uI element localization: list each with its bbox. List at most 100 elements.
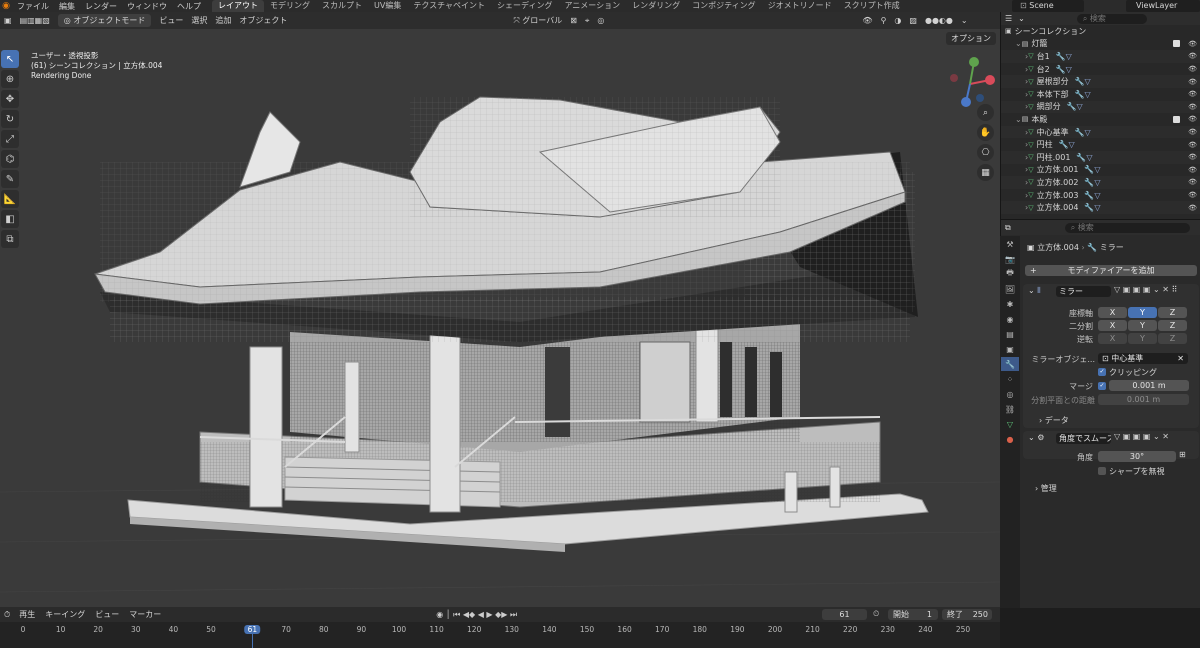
- clear-icon[interactable]: ✕: [1177, 353, 1184, 364]
- add-modifier-button[interactable]: + モディファイアーを追加: [1025, 265, 1197, 276]
- outliner-object-row[interactable]: › ▽ 台2 🔧▽ 👁: [1001, 63, 1200, 76]
- axis-x-toggle[interactable]: X: [1098, 307, 1127, 318]
- smooth-header-toggles[interactable]: ▽ ▣ ▣ ▣ ⌄ ✕: [1114, 432, 1169, 441]
- annotate-tool-icon[interactable]: ✎: [1, 170, 19, 188]
- output-tab-icon[interactable]: 🖶: [1001, 267, 1019, 281]
- ignore-sharp-checkbox[interactable]: [1098, 467, 1106, 475]
- eye-icon[interactable]: 👁: [1188, 141, 1197, 149]
- end-frame-field[interactable]: 終了 250: [942, 609, 992, 620]
- workspace-tab-7[interactable]: レンダリング: [626, 0, 686, 12]
- workspace-tab-10[interactable]: スクリプト作成: [838, 0, 906, 12]
- timeline-ruler[interactable]: 0 10 20 30 40 50 61 70 80 90 100 110 120 130 140 150 160…: [0, 622, 1000, 648]
- object-tab-icon[interactable]: ▣: [1001, 342, 1019, 356]
- axis-z-toggle[interactable]: Z: [1158, 307, 1187, 318]
- eye-icon[interactable]: 👁: [1188, 78, 1197, 86]
- eye-icon[interactable]: 👁: [1188, 90, 1197, 98]
- workspace-tab-3[interactable]: UV編集: [368, 0, 407, 12]
- shading-modes-icon[interactable]: ●●◐●: [921, 16, 957, 25]
- workspace-tab-1[interactable]: モデリング: [264, 0, 316, 12]
- bisect-x-toggle[interactable]: X: [1098, 320, 1127, 331]
- select-tool-icon[interactable]: ↖: [1, 50, 19, 68]
- current-frame-field[interactable]: 61: [822, 609, 867, 620]
- bisect-z-toggle[interactable]: Z: [1158, 320, 1187, 331]
- outliner-object-row[interactable]: › ▽ 立方体.002 🔧▽ 👁: [1001, 176, 1200, 189]
- outliner-object-row[interactable]: › ▽ 屋根部分 🔧▽ 👁: [1001, 75, 1200, 88]
- chevron-down-icon[interactable]: ⌄: [1015, 115, 1022, 124]
- add-cube-tool-icon[interactable]: ◧: [1, 210, 19, 228]
- workspace-tab-5[interactable]: シェーディング: [491, 0, 558, 12]
- eye-icon[interactable]: 👁: [1188, 103, 1197, 111]
- move-tool-icon[interactable]: ✥: [1, 90, 19, 108]
- workspace-tab-8[interactable]: コンポジティング: [686, 0, 762, 12]
- clock-icon[interactable]: ⏲: [873, 609, 879, 619]
- menu-item-0[interactable]: ファイル: [12, 1, 54, 12]
- xray-icon[interactable]: ▨: [905, 16, 921, 25]
- material-tab-icon[interactable]: ●: [1001, 432, 1019, 446]
- outliner-object-row[interactable]: › ▽ 立方体.003 🔧▽ 👁: [1001, 189, 1200, 202]
- manage-subpanel[interactable]: › 管理: [1035, 483, 1057, 494]
- zoom-icon[interactable]: ⌕: [977, 104, 994, 121]
- outliner-collection-row[interactable]: ⌄ ▤ 灯籠 👁: [1001, 38, 1200, 51]
- mirror-name-field[interactable]: ミラー: [1056, 286, 1111, 297]
- tool-tab-icon[interactable]: ⚒: [1001, 237, 1019, 251]
- world-tab-icon[interactable]: ◉: [1001, 312, 1019, 326]
- outliner-object-row[interactable]: › ▽ 立方体.001 🔧▽ 👁: [1001, 164, 1200, 177]
- keyframe-icon[interactable]: ⊞: [1179, 450, 1186, 459]
- menu-item-3[interactable]: ウィンドウ: [122, 1, 172, 12]
- constraints-tab-icon[interactable]: ⛓: [1001, 402, 1019, 416]
- menu-view[interactable]: ビュー: [155, 15, 187, 26]
- properties-search-input[interactable]: ⌕ 検索: [1064, 222, 1190, 233]
- cursor-tool-icon[interactable]: ⊕: [1, 70, 19, 88]
- chevron-down-icon[interactable]: ⌄: [1015, 39, 1022, 48]
- modifier-tab-icon[interactable]: 🔧: [1001, 357, 1019, 371]
- shading-dropdown-icon[interactable]: ⌄: [957, 16, 972, 25]
- outliner-object-row[interactable]: › ▽ 円柱 🔧▽ 👁: [1001, 138, 1200, 151]
- scene-tab-icon[interactable]: ✱: [1001, 297, 1019, 311]
- outliner-object-row[interactable]: › ▽ 台1 🔧▽ 👁: [1001, 50, 1200, 63]
- add-object-tool-icon[interactable]: ⧉: [1, 230, 19, 248]
- eye-icon[interactable]: 👁: [1188, 166, 1197, 174]
- menu-select[interactable]: 選択: [187, 15, 211, 26]
- menu-item-1[interactable]: 編集: [54, 1, 80, 12]
- physics-tab-icon[interactable]: ◎: [1001, 387, 1019, 401]
- pivot-icon[interactable]: ⊠: [566, 16, 581, 25]
- outliner-root[interactable]: ▣ シーンコレクション: [1001, 25, 1200, 38]
- menu-item-2[interactable]: レンダー: [80, 1, 122, 12]
- data-subpanel[interactable]: › データ: [1039, 415, 1069, 426]
- perspective-grid-icon[interactable]: ▦: [977, 164, 994, 181]
- menu-add[interactable]: 追加: [211, 15, 235, 26]
- view-layer-tab-icon[interactable]: 🖼: [1001, 282, 1019, 296]
- timeline-editor-icon[interactable]: ⏱: [0, 610, 14, 620]
- eye-icon[interactable]: 👁: [1188, 191, 1197, 199]
- snap-icon[interactable]: ⌖: [581, 16, 594, 26]
- collapse-icon[interactable]: ⌄: [1028, 286, 1037, 295]
- workspace-tab-2[interactable]: スカルプト: [316, 0, 368, 12]
- particles-tab-icon[interactable]: ⁘: [1001, 372, 1019, 386]
- axis-y-toggle[interactable]: Y: [1128, 307, 1157, 318]
- eye-icon[interactable]: 👁: [1188, 115, 1197, 123]
- smooth-collapse-icon[interactable]: ⌄ ⚙: [1028, 433, 1044, 442]
- camera-view-icon[interactable]: ⎔: [977, 144, 994, 161]
- timeline-menu-2[interactable]: ビュー: [90, 609, 124, 620]
- navigation-gizmo[interactable]: [940, 54, 1000, 114]
- select-mode-icons[interactable]: ▤▥▦▧: [16, 16, 54, 25]
- eye-icon[interactable]: 👁: [1188, 65, 1197, 73]
- proportional-edit-icon[interactable]: ◎: [593, 16, 608, 25]
- workspace-tab-6[interactable]: アニメーション: [558, 0, 626, 12]
- merge-checkbox[interactable]: ✓: [1098, 382, 1106, 390]
- overlay-icon[interactable]: ◑: [890, 16, 905, 25]
- blender-logo-icon[interactable]: ◉: [0, 0, 12, 12]
- outliner-collection-row[interactable]: ⌄ ▤ 本殿 👁: [1001, 113, 1200, 126]
- mode-dropdown[interactable]: ◎ オブジェクトモード: [57, 14, 152, 27]
- view-layer-selector[interactable]: ViewLayer: [1126, 0, 1200, 12]
- bisect-y-toggle[interactable]: Y: [1128, 320, 1157, 331]
- gizmo-icon[interactable]: ⚲: [877, 16, 891, 25]
- bisect-distance-field[interactable]: 0.001 m: [1098, 394, 1189, 405]
- smooth-name-field[interactable]: 角度でスムーズ: [1056, 433, 1111, 444]
- workspace-tab-0[interactable]: レイアウト: [212, 0, 264, 12]
- eye-icon[interactable]: 👁: [1188, 178, 1197, 186]
- eye-icon[interactable]: 👁: [1188, 153, 1197, 161]
- outliner-object-row[interactable]: › ▽ 本体下部 🔧▽ 👁: [1001, 88, 1200, 101]
- eye-icon[interactable]: 👁: [1188, 128, 1197, 136]
- outliner-editor-icon[interactable]: ☰: [1001, 14, 1016, 23]
